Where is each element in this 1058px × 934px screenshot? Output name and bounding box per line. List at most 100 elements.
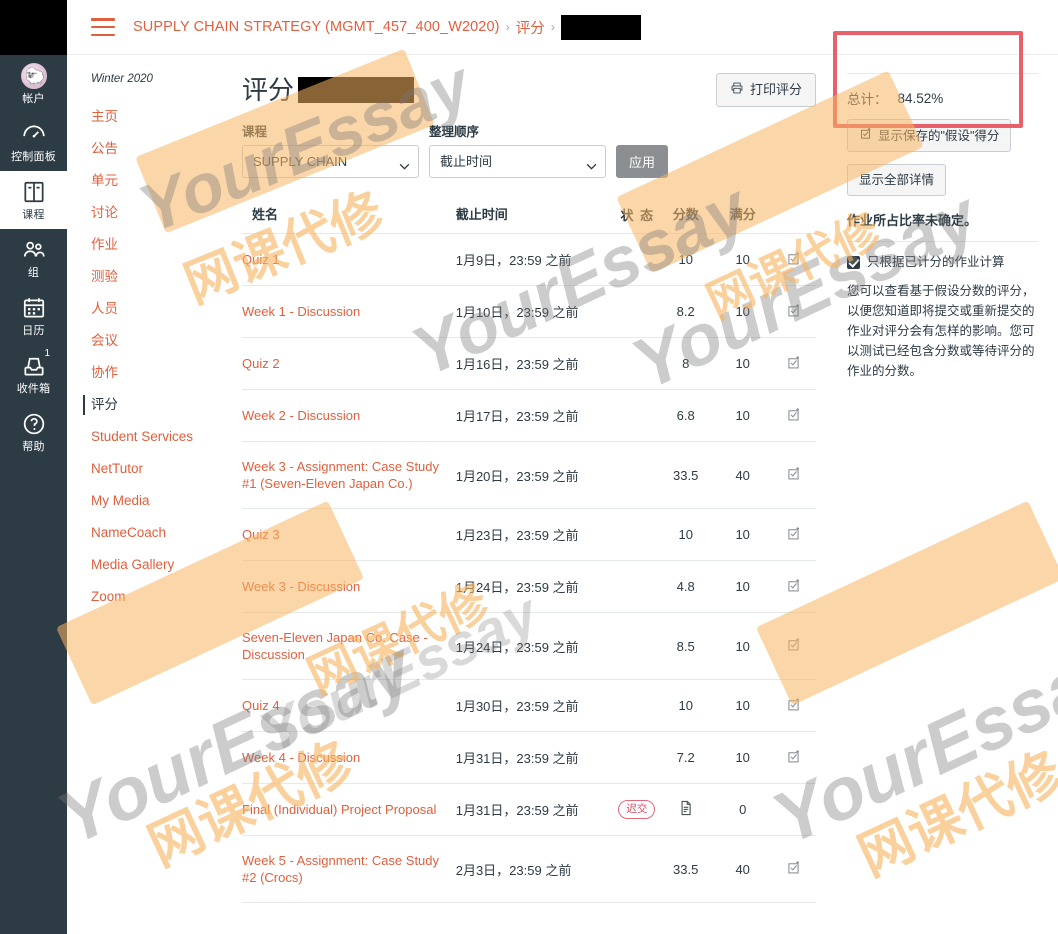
course-nav-item-grades[interactable]: 评分 [67,389,230,421]
status-cell [616,285,658,338]
assignment-link[interactable]: Week 1 - Discussion [242,303,360,320]
global-nav-item-groups[interactable]: 组 [0,229,67,287]
document-icon[interactable] [679,800,693,819]
course-nav-item-announcements[interactable]: 公告 [67,133,230,165]
table-row[interactable]: Week 1 - Discussion 1月10日，23:59 之前 8.2 1… [242,285,816,338]
rubric-icon[interactable] [786,407,801,425]
table-row[interactable]: Seven-Eleven Japan Co. Case - Discussion… [242,612,816,680]
table-row[interactable]: Quiz 3 1月23日，23:59 之前 10 10 [242,508,816,561]
breadcrumb-course-link[interactable]: SUPPLY CHAIN STRATEGY (MGMT_457_400_W202… [133,19,500,35]
inbox-icon [21,353,47,379]
assignment-link[interactable]: Week 2 - Discussion [242,407,360,424]
rubric-icon[interactable] [786,303,801,321]
course-nav-item-my-media[interactable]: My Media [67,485,230,517]
table-row[interactable]: Quiz 1 1月9日，23:59 之前 10 10 [242,233,816,286]
final-grade-row: 总计： 84.52% [847,88,1038,108]
assignment-link[interactable]: Week 3 - Assignment: Case Study #1 (Seve… [242,458,456,492]
course-nav-item-modules[interactable]: 单元 [67,165,230,197]
rubric-icon[interactable] [786,578,801,596]
rubric-icon[interactable] [786,749,801,767]
course-nav-item-nettutor[interactable]: NetTutor [67,453,230,485]
breadcrumb-grades-link[interactable]: 评分 [516,17,545,38]
rubric-icon[interactable] [786,526,801,544]
assignment-name-cell: Week 4 - Discussion [242,731,456,784]
total-value: 84.52% [897,90,944,106]
out-of-cell: 10 [714,389,772,442]
term-label: Winter 2020 [91,73,153,85]
rubric-icon[interactable] [786,467,801,484]
detail-cell[interactable] [771,612,816,680]
header-detail [771,204,816,234]
table-row[interactable]: Week 3 - Assignment: Case Study #1 (Seve… [242,441,816,509]
assignment-link[interactable]: Final (Individual) Project Proposal [242,801,436,818]
due-cell: 2月3日，23:59 之前 [455,835,617,903]
assignment-link[interactable]: Quiz 4 [242,697,280,714]
global-nav-item-inbox[interactable]: 1 收件箱 [0,345,67,403]
table-row[interactable]: Week 2 - Discussion 1月17日，23:59 之前 6.8 1… [242,389,816,442]
table-row[interactable]: Week 4 - Discussion 1月31日，23:59 之前 7.2 1… [242,731,816,784]
course-nav-item-media-gallery[interactable]: Media Gallery [67,549,230,581]
course-nav-item-people[interactable]: 人员 [67,293,230,325]
course-nav-item-student-services[interactable]: Student Services [67,421,230,453]
calculate-graded-only-row[interactable]: 只根据已计分的作业计算 [847,254,1038,271]
global-nav-item-dashboard[interactable]: 控制面板 [0,113,67,171]
table-row[interactable]: Final (Individual) Project Proposal 1月31… [242,783,816,836]
apply-button[interactable]: 应用 [616,145,669,178]
course-nav-item-quizzes[interactable]: 测验 [67,261,230,293]
assignment-link[interactable]: Seven-Eleven Japan Co. Case - Discussion [242,629,456,663]
grades-main-content: 评分 打印评分 课程 SUPPLY CHAIN 整理顺序 截止时间 应用 姓名 … [230,55,828,934]
course-nav-item-assignments[interactable]: 作业 [67,229,230,261]
detail-cell[interactable] [771,560,816,613]
grades-table: 姓名 截止时间 状 态 分数 满分 Quiz 1 1月9日，23:59 之前 1… [242,204,816,903]
detail-cell[interactable] [771,508,816,561]
rubric-icon[interactable] [786,638,801,655]
show-saved-whatif-button[interactable]: 显示保存的"假设"得分 [847,119,1012,152]
detail-cell[interactable] [771,441,816,509]
detail-cell[interactable] [771,389,816,442]
detail-cell[interactable] [771,731,816,784]
table-row[interactable]: Week 3 - Discussion 1月24日，23:59 之前 4.8 1… [242,560,816,613]
global-nav-item-calendar[interactable]: 日历 [0,287,67,345]
global-nav-item-help[interactable]: 帮助 [0,403,67,461]
assignment-link[interactable]: Quiz 1 [242,251,280,268]
assignment-link[interactable]: Quiz 2 [242,355,280,372]
global-nav-item-courses[interactable]: 课程 [0,171,67,229]
header-status-line-2: 态 [640,208,654,223]
course-nav-item-home[interactable]: 主页 [67,101,230,133]
rubric-icon[interactable] [786,355,801,373]
hamburger-icon[interactable] [91,18,115,36]
rubric-icon[interactable] [786,251,801,269]
course-nav-item-namecoach[interactable]: NameCoach [67,517,230,549]
order-select[interactable]: 截止时间 [429,145,606,178]
global-nav-item-account[interactable]: 🐑 帐户 [0,55,67,113]
score-cell: 8.5 [657,612,715,680]
assignment-weight-note: 作业所占比率未确定。 [847,213,978,228]
global-nav-label-account: 帐户 [22,93,45,105]
detail-cell[interactable] [771,233,816,286]
course-nav-item-collaborations[interactable]: 协作 [67,357,230,389]
table-row[interactable]: Quiz 4 1月30日，23:59 之前 10 10 [242,679,816,732]
status-cell [616,835,658,903]
header-status-line-1: 状 [620,208,634,223]
due-cell: 1月30日，23:59 之前 [455,679,617,732]
table-row[interactable]: Quiz 2 1月16日，23:59 之前 8 10 [242,337,816,390]
detail-cell[interactable] [771,337,816,390]
detail-cell[interactable] [771,835,816,903]
assignment-link[interactable]: Week 5 - Assignment: Case Study #2 (Croc… [242,852,456,886]
printer-icon [730,81,744,99]
calculate-graded-only-checkbox[interactable] [847,256,860,269]
rubric-icon[interactable] [786,697,801,715]
show-all-details-button[interactable]: 显示全部详情 [847,164,947,196]
table-row[interactable]: Week 5 - Assignment: Case Study #2 (Croc… [242,835,816,903]
assignment-link[interactable]: Week 4 - Discussion [242,749,360,766]
course-nav-item-discussions[interactable]: 讨论 [67,197,230,229]
detail-cell[interactable] [771,285,816,338]
rubric-icon[interactable] [786,861,801,878]
course-nav-item-conferences[interactable]: 会议 [67,325,230,357]
assignment-link[interactable]: Week 3 - Discussion [242,578,360,595]
assignment-link[interactable]: Quiz 3 [242,526,280,543]
print-grades-button[interactable]: 打印评分 [715,73,816,107]
course-nav-item-zoom[interactable]: Zoom [67,581,230,613]
detail-cell[interactable] [771,679,816,732]
course-select[interactable]: SUPPLY CHAIN [242,145,419,178]
